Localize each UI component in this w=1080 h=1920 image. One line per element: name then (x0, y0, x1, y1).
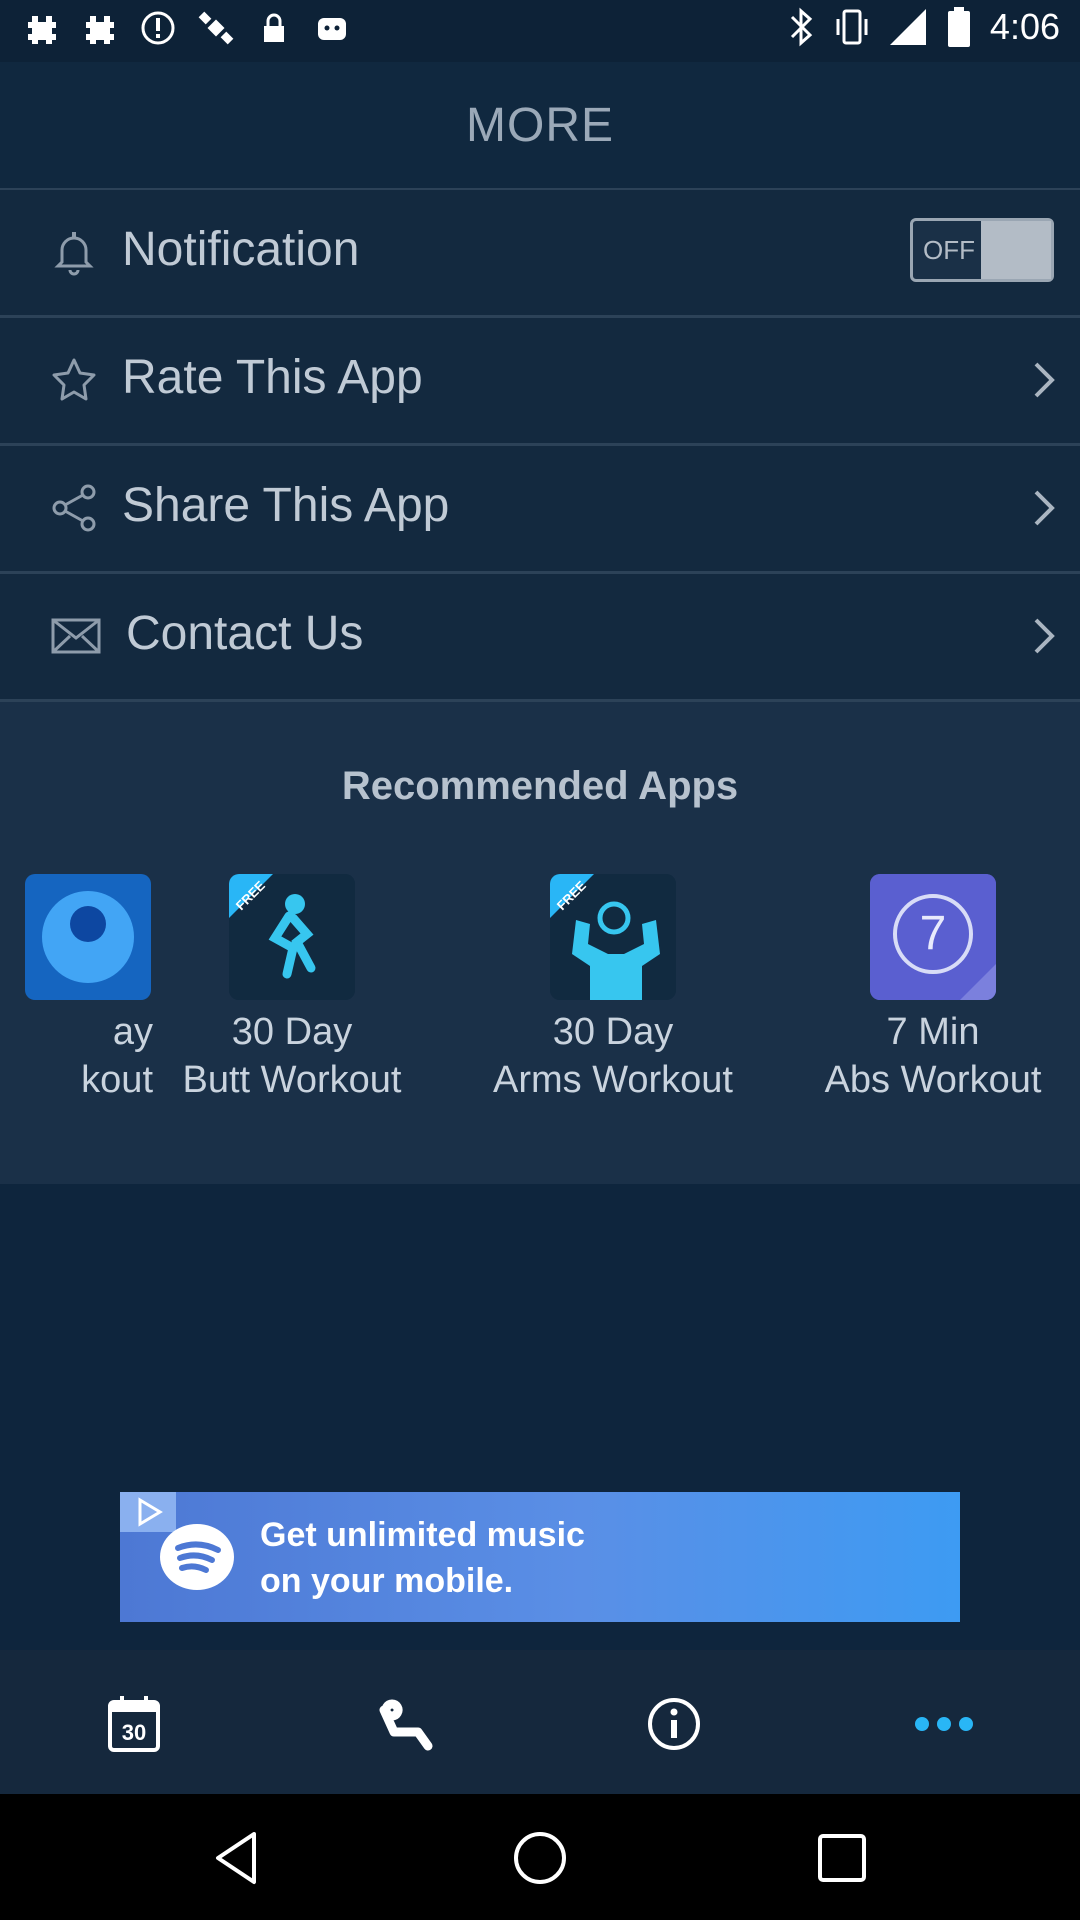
ad-text-line2: on your mobile. (260, 1562, 514, 1600)
info-icon (648, 1698, 700, 1750)
battery-icon (947, 7, 970, 47)
bell-icon (54, 232, 94, 276)
status-time: 4:06 (989, 6, 1060, 47)
hashtag-icon (86, 16, 114, 44)
share-app-label: Share This App (122, 479, 450, 532)
alert-icon (141, 11, 175, 45)
recommended-app-butt-workout[interactable]: FREE 30 Day Butt Workout (152, 874, 432, 1104)
app-name-line2: Arms Workout (492, 1059, 733, 1101)
abs-number: 7 (919, 907, 947, 960)
calendar-number: 30 (121, 1720, 147, 1745)
toggle-knob (981, 221, 1051, 279)
tab-workout[interactable] (374, 1694, 434, 1754)
app-name-line1: 30 Day (552, 1011, 674, 1053)
bottom-tab-bar: 30 (0, 1650, 1080, 1794)
android-icon (318, 18, 346, 40)
page-title: MORE (466, 99, 614, 152)
workout-icon (379, 1699, 433, 1751)
rate-app-label: Rate This App (122, 351, 423, 404)
ad-banner[interactable]: Get unlimited music on your mobile. (120, 1492, 960, 1622)
ad-text: Get unlimited music on your mobile. (260, 1512, 585, 1604)
app-name-line2: Butt Workout (182, 1059, 402, 1101)
signal-icon (889, 9, 926, 45)
header: MORE (0, 62, 1080, 191)
ad-text-line1: Get unlimited music (260, 1516, 585, 1554)
tab-calendar[interactable]: 30 (104, 1694, 164, 1754)
satellite-icon (198, 11, 234, 45)
chevron-right-icon (1034, 490, 1055, 526)
share-app-row[interactable]: Share This App (0, 446, 1080, 574)
hashtag-icon (28, 16, 56, 44)
lock-icon (264, 13, 284, 42)
notification-row: Notification OFF (0, 190, 1080, 318)
notification-toggle[interactable]: OFF (910, 218, 1054, 282)
tab-more[interactable] (914, 1694, 974, 1754)
notification-label: Notification (122, 223, 360, 276)
chevron-right-icon (1034, 618, 1055, 654)
tab-info[interactable] (644, 1694, 704, 1754)
more-icon (915, 1717, 973, 1731)
envelope-icon (51, 618, 101, 654)
contact-us-label: Contact Us (126, 607, 364, 660)
chevron-right-icon (1034, 362, 1055, 398)
app-name-line1: ay (112, 1011, 153, 1053)
recommended-app-arms-workout[interactable]: FREE 30 Day Arms Workout (473, 874, 753, 1104)
back-icon[interactable] (206, 1826, 270, 1890)
butt-workout-icon: FREE (229, 874, 355, 1000)
system-navigation-bar (0, 1794, 1080, 1920)
toggle-state-text: OFF (923, 235, 975, 265)
recommended-app-abs-workout[interactable]: 7 7 Min Abs Workout (793, 874, 1073, 1104)
contact-us-row[interactable]: Contact Us (0, 574, 1080, 702)
app-name-line2: kout (81, 1059, 153, 1101)
app-thumb-icon (25, 874, 151, 1000)
recents-icon[interactable] (810, 1826, 874, 1890)
status-bar: 4:06 (0, 0, 1080, 62)
arms-workout-icon: FREE (550, 874, 676, 1000)
vibrate-icon (836, 9, 868, 45)
recommended-app-partial[interactable]: ay kout (0, 874, 165, 1104)
rate-app-row[interactable]: Rate This App (0, 318, 1080, 446)
home-icon[interactable] (508, 1826, 572, 1890)
app-content: MORE Notification OFF Rate This App Shar… (0, 62, 1080, 1794)
app-name-line1: 30 Day (231, 1011, 353, 1053)
recommended-apps-section: Recommended Apps ay kout FREE 30 Day But… (0, 702, 1080, 1184)
star-icon (52, 358, 96, 401)
spotify-logo-icon (160, 1524, 234, 1590)
status-icons-right: 4:06 (786, 6, 1060, 48)
bluetooth-icon (790, 7, 813, 47)
app-name-line2: Abs Workout (824, 1059, 1042, 1101)
recommended-apps-title: Recommended Apps (341, 764, 739, 808)
share-icon (52, 484, 96, 532)
status-icons-left (24, 10, 350, 46)
abs-workout-icon: 7 (870, 874, 996, 1000)
app-name-line1: 7 Min (886, 1011, 980, 1053)
